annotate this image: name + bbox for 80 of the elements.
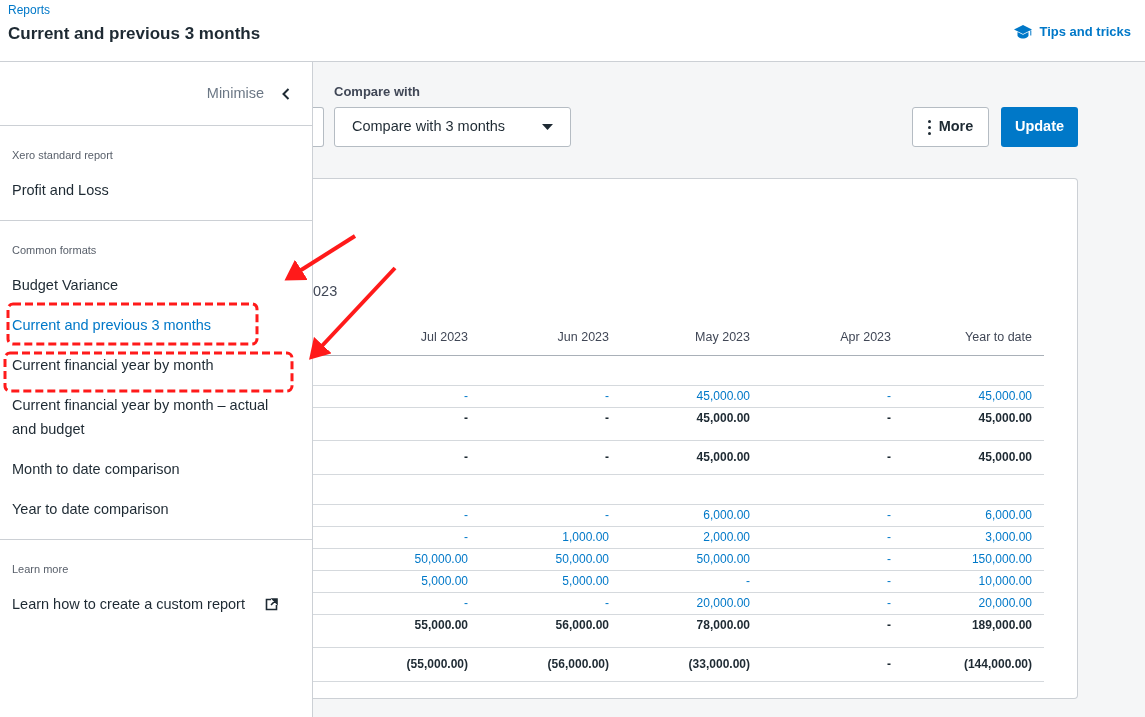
report-link[interactable]: Profit and Loss	[12, 170, 109, 210]
amount-link[interactable]: -	[464, 508, 468, 522]
column-header: Jul 2023	[420, 329, 468, 344]
table-cell: 45,000.00	[696, 411, 750, 425]
field-label: Compare with	[334, 82, 421, 101]
report-link[interactable]: Budget Variance	[12, 265, 119, 305]
caret-down-icon	[542, 124, 553, 130]
section-heading: Learn more	[12, 562, 69, 576]
breadcrumb-link[interactable]: Reports	[8, 3, 51, 18]
section-heading: Xero standard report	[12, 148, 113, 162]
table-cell: -	[887, 618, 891, 632]
amount-link[interactable]: 50,000.00	[696, 552, 750, 566]
amount-link[interactable]: -	[464, 530, 468, 544]
amount-link[interactable]: 2,000.00	[703, 530, 750, 544]
compare-dropdown[interactable]: Compare with 3 months	[334, 107, 571, 147]
report-link[interactable]: Month to date comparison	[12, 449, 180, 489]
amount-link[interactable]: -	[464, 596, 468, 610]
amount-link[interactable]: -	[887, 574, 891, 588]
vertical-dots-icon	[927, 119, 931, 135]
report-date: 023	[313, 283, 338, 300]
table-cell: 56,000.00	[555, 618, 609, 632]
report-link[interactable]: Current financial year by month – actual and budget	[12, 385, 292, 449]
table-cell: (33,000.00)	[688, 657, 750, 671]
amount-link[interactable]: 6,000.00	[703, 508, 750, 522]
amount-link[interactable]: 1,000.00	[562, 530, 609, 544]
column-header: Year to date	[965, 329, 1032, 344]
amount-link[interactable]: -	[605, 596, 609, 610]
table-cell: -	[887, 450, 891, 464]
column-header: May 2023	[695, 329, 750, 344]
amount-link[interactable]: 3,000.00	[985, 530, 1032, 544]
amount-link[interactable]: 5,000.00	[562, 574, 609, 588]
table-cell: 189,000.00	[971, 618, 1032, 632]
amount-link[interactable]: 50,000.00	[555, 552, 609, 566]
amount-link[interactable]: -	[746, 574, 750, 588]
amount-link[interactable]: -	[887, 508, 891, 522]
amount-link[interactable]: 150,000.00	[971, 552, 1032, 566]
amount-link[interactable]: -	[605, 508, 609, 522]
amount-link[interactable]: -	[887, 552, 891, 566]
table-cell: 55,000.00	[414, 618, 468, 632]
page-title: Current and previous 3 months	[8, 23, 261, 45]
table-cell: 45,000.00	[978, 411, 1032, 425]
column-header: Apr 2023	[840, 329, 891, 344]
table-cell: 45,000.00	[978, 450, 1032, 464]
date-field[interactable]	[313, 107, 324, 147]
table-cell: (56,000.00)	[547, 657, 609, 671]
column-header: Jun 2023	[557, 329, 609, 344]
amount-link[interactable]: 5,000.00	[421, 574, 468, 588]
report-link[interactable]: Current and previous 3 months	[12, 305, 212, 345]
table-cell: -	[605, 450, 609, 464]
amount-link[interactable]: 45,000.00	[978, 389, 1032, 403]
table-cell: -	[464, 450, 468, 464]
amount-link[interactable]: 50,000.00	[414, 552, 468, 566]
amount-link[interactable]: -	[464, 389, 468, 403]
tips-link[interactable]: Tips and tricks	[1014, 22, 1131, 42]
update-button[interactable]: Update	[1001, 107, 1078, 147]
minimise-button[interactable]: Minimise	[0, 62, 312, 126]
report-link[interactable]: Year to date comparison	[12, 489, 169, 529]
table-cell: (144,000.00)	[963, 657, 1032, 671]
table-cell: 45,000.00	[696, 450, 750, 464]
amount-link[interactable]: -	[887, 596, 891, 610]
more-button[interactable]: More	[912, 107, 989, 147]
table-cell: 78,000.00	[696, 618, 750, 632]
report-link[interactable]: Learn how to create a custom report	[12, 584, 278, 624]
amount-link[interactable]: -	[887, 530, 891, 544]
amount-link[interactable]: 45,000.00	[696, 389, 750, 403]
amount-link[interactable]: -	[887, 389, 891, 403]
section-heading: Common formats	[12, 243, 97, 257]
table-cell: (55,000.00)	[406, 657, 468, 671]
amount-link[interactable]: 20,000.00	[696, 596, 750, 610]
table-cell: -	[464, 411, 468, 425]
amount-link[interactable]: 20,000.00	[978, 596, 1032, 610]
table-cell: -	[605, 411, 609, 425]
amount-link[interactable]: -	[605, 389, 609, 403]
chevron-left-icon	[282, 87, 290, 100]
report-link[interactable]: Current financial year by month	[12, 345, 214, 385]
graduation-cap-icon	[1014, 24, 1033, 39]
table-cell: -	[887, 411, 891, 425]
amount-link[interactable]: 10,000.00	[978, 574, 1032, 588]
amount-link[interactable]: 6,000.00	[985, 508, 1032, 522]
table-cell: -	[887, 657, 891, 671]
